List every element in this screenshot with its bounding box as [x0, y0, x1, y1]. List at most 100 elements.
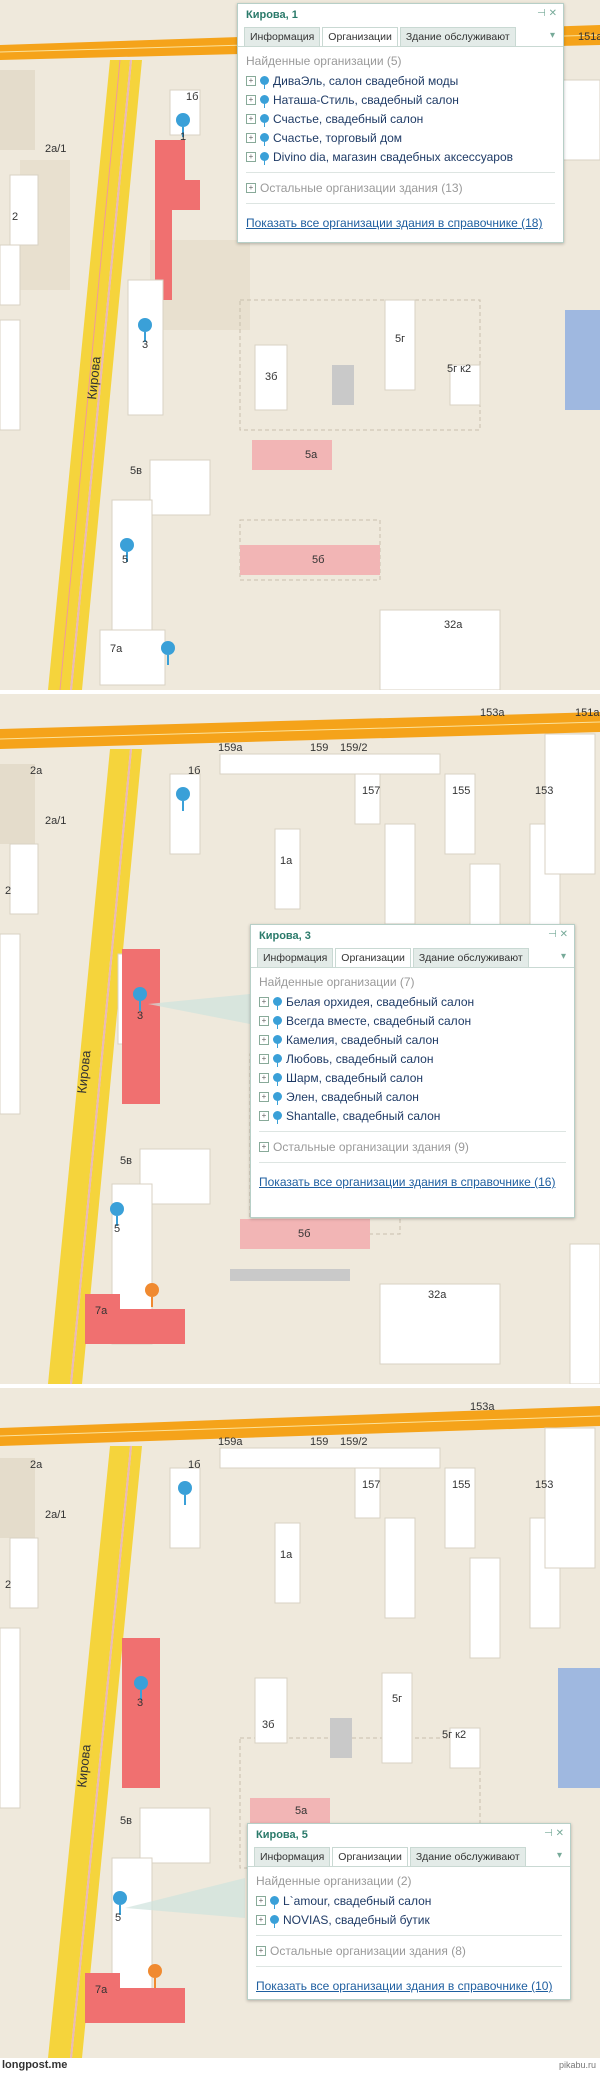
show-all-label[interactable]: Показать все организации здания в справо… — [246, 216, 518, 230]
org-item[interactable]: + Любовь, свадебный салон — [251, 1049, 574, 1068]
org-item[interactable]: + L`amour, свадебный салон — [248, 1891, 570, 1910]
tab-organizations[interactable]: Организации — [332, 1847, 408, 1866]
org-name[interactable]: Счастье, торговый дом — [273, 131, 402, 145]
pin-icon — [273, 997, 282, 1010]
org-name[interactable]: Счастье, свадебный салон — [273, 112, 423, 126]
org-name[interactable]: Всегда вместе, свадебный салон — [286, 1014, 471, 1028]
expand-icon[interactable]: + — [246, 151, 256, 162]
org-item[interactable]: + Счастье, торговый дом — [238, 128, 563, 147]
divider — [256, 1966, 562, 1967]
org-name[interactable]: L`amour, свадебный салон — [283, 1894, 431, 1908]
org-name[interactable]: ДиваЭль, салон свадебной моды — [273, 74, 458, 88]
expand-icon[interactable]: + — [259, 1091, 269, 1102]
other-orgs[interactable]: + Остальные организации здания (8) — [248, 1942, 570, 1960]
label-7a: 7а — [95, 1984, 108, 1996]
tab-building-service[interactable]: Здание обслуживают — [412, 948, 529, 967]
org-name[interactable]: NOVIAS, свадебный бутик — [283, 1913, 430, 1927]
tabs-more-icon[interactable]: ▾ — [548, 27, 557, 46]
org-item[interactable]: + Shantalle, свадебный салон — [251, 1106, 574, 1125]
tab-organizations[interactable]: Организации — [335, 948, 411, 967]
org-name[interactable]: Элен, свадебный салон — [286, 1090, 419, 1104]
label-159: 159 — [310, 1436, 328, 1448]
org-item[interactable]: + NOVIAS, свадебный бутик — [248, 1910, 570, 1929]
other-orgs[interactable]: + Остальные организации здания (13) — [238, 179, 563, 197]
building-popup: Кирова, 3 ⊣ ✕ Информация Организации Зда… — [250, 924, 575, 1218]
expand-icon[interactable]: + — [259, 1034, 269, 1045]
org-item[interactable]: + Divino dia, магазин свадебных аксессуар… — [238, 147, 563, 166]
expand-icon[interactable]: + — [246, 75, 256, 86]
org-name[interactable]: Divino dia, магазин свадебных аксессуаро… — [273, 150, 513, 164]
found-orgs-heading: Найденные организации (5) — [238, 47, 563, 71]
expand-icon[interactable]: + — [246, 113, 256, 124]
divider — [246, 203, 555, 204]
popup-controls[interactable]: ⊣ ✕ — [548, 929, 568, 940]
expand-icon[interactable]: + — [256, 1914, 266, 1925]
label-153: 153 — [535, 785, 553, 797]
show-all-link[interactable]: Показать все организации здания в справо… — [251, 1169, 574, 1197]
tab-info[interactable]: Информация — [244, 27, 321, 46]
other-orgs-label[interactable]: Остальные организации здания — [273, 1140, 451, 1154]
label-2a: 2а — [30, 1459, 43, 1471]
popup-tabs: Информация Организации Здание обслуживаю… — [248, 1845, 570, 1867]
tab-building-service[interactable]: Здание обслуживают — [399, 27, 516, 46]
org-name[interactable]: Шарм, свадебный салон — [286, 1071, 423, 1085]
expand-icon[interactable]: + — [259, 1072, 269, 1083]
expand-icon[interactable]: + — [259, 996, 269, 1007]
org-item[interactable]: + Элен, свадебный салон — [251, 1087, 574, 1106]
other-orgs-label[interactable]: Остальные организации здания — [260, 181, 438, 195]
org-item[interactable]: + Белая орхидея, свадебный салон — [251, 992, 574, 1011]
label-3b: 3б — [262, 1719, 274, 1731]
org-name[interactable]: Белая орхидея, свадебный салон — [286, 995, 474, 1009]
show-all-link[interactable]: Показать все организации здания в справо… — [238, 210, 563, 238]
expand-icon[interactable]: + — [259, 1110, 269, 1121]
divider — [256, 1935, 562, 1936]
label-155: 155 — [452, 1479, 470, 1491]
tabs-more-icon[interactable]: ▾ — [555, 1847, 564, 1866]
popup-controls[interactable]: ⊣ ✕ — [544, 1828, 564, 1839]
map-panel-3[interactable]: 153а 159а 159 159/2 157 155 153 2а 2а/1 … — [0, 1388, 600, 2058]
found-orgs-label: Найденные организации — [256, 1874, 394, 1888]
org-item[interactable]: + Камелия, свадебный салон — [251, 1030, 574, 1049]
expand-icon[interactable]: + — [256, 1946, 266, 1956]
footer: longpost.me pikabu.ru — [0, 2058, 600, 2073]
org-item[interactable]: + Наташа-Стиль, свадебный салон — [238, 90, 563, 109]
map-panel-1[interactable]: 151а 2 2а/1 1б 1 3б 5г 5г к2 5а 5б 5в 5 … — [0, 0, 600, 690]
map-panel-2[interactable]: 153а 151а 159а 159 159/2 157 155 153 2а … — [0, 694, 600, 1384]
expand-icon[interactable]: + — [246, 132, 256, 143]
pin-icon — [273, 1073, 282, 1086]
tabs-more-icon[interactable]: ▾ — [559, 948, 568, 967]
popup-controls[interactable]: ⊣ ✕ — [537, 8, 557, 19]
tab-info[interactable]: Информация — [257, 948, 334, 967]
expand-icon[interactable]: + — [259, 1142, 269, 1152]
popup-title: Кирова, 3 — [259, 930, 311, 942]
org-item[interactable]: + Шарм, свадебный салон — [251, 1068, 574, 1087]
expand-icon[interactable]: + — [259, 1053, 269, 1064]
org-name[interactable]: Камелия, свадебный салон — [286, 1033, 439, 1047]
org-item[interactable]: + Счастье, свадебный салон — [238, 109, 563, 128]
tab-info[interactable]: Информация — [254, 1847, 331, 1866]
pin-icon — [270, 1915, 279, 1928]
building-popup: Кирова, 1 ⊣ ✕ Информация Организации Зда… — [237, 3, 564, 243]
label-151a: 151а — [575, 707, 600, 719]
org-name[interactable]: Shantalle, свадебный салон — [286, 1109, 440, 1123]
expand-icon[interactable]: + — [256, 1895, 266, 1906]
tab-organizations[interactable]: Организации — [322, 27, 398, 46]
label-5g-k2: 5г к2 — [447, 363, 471, 375]
show-all-label[interactable]: Показать все организации здания в справо… — [256, 1979, 528, 1993]
org-name[interactable]: Наташа-Стиль, свадебный салон — [273, 93, 459, 107]
pin-icon — [260, 114, 269, 127]
label-5: 5 — [122, 554, 128, 566]
found-orgs-label: Найденные организации — [259, 975, 397, 989]
expand-icon[interactable]: + — [246, 183, 256, 193]
popup-tabs: Информация Организации Здание обслуживаю… — [238, 25, 563, 47]
tab-building-service[interactable]: Здание обслуживают — [409, 1847, 526, 1866]
org-item[interactable]: + ДиваЭль, салон свадебной моды — [238, 71, 563, 90]
org-item[interactable]: + Всегда вместе, свадебный салон — [251, 1011, 574, 1030]
expand-icon[interactable]: + — [259, 1015, 269, 1026]
org-name[interactable]: Любовь, свадебный салон — [286, 1052, 433, 1066]
show-all-link[interactable]: Показать все организации здания в справо… — [248, 1973, 570, 2001]
expand-icon[interactable]: + — [246, 94, 256, 105]
show-all-label[interactable]: Показать все организации здания в справо… — [259, 1175, 531, 1189]
other-orgs-label[interactable]: Остальные организации здания — [270, 1944, 448, 1958]
other-orgs[interactable]: + Остальные организации здания (9) — [251, 1138, 574, 1156]
